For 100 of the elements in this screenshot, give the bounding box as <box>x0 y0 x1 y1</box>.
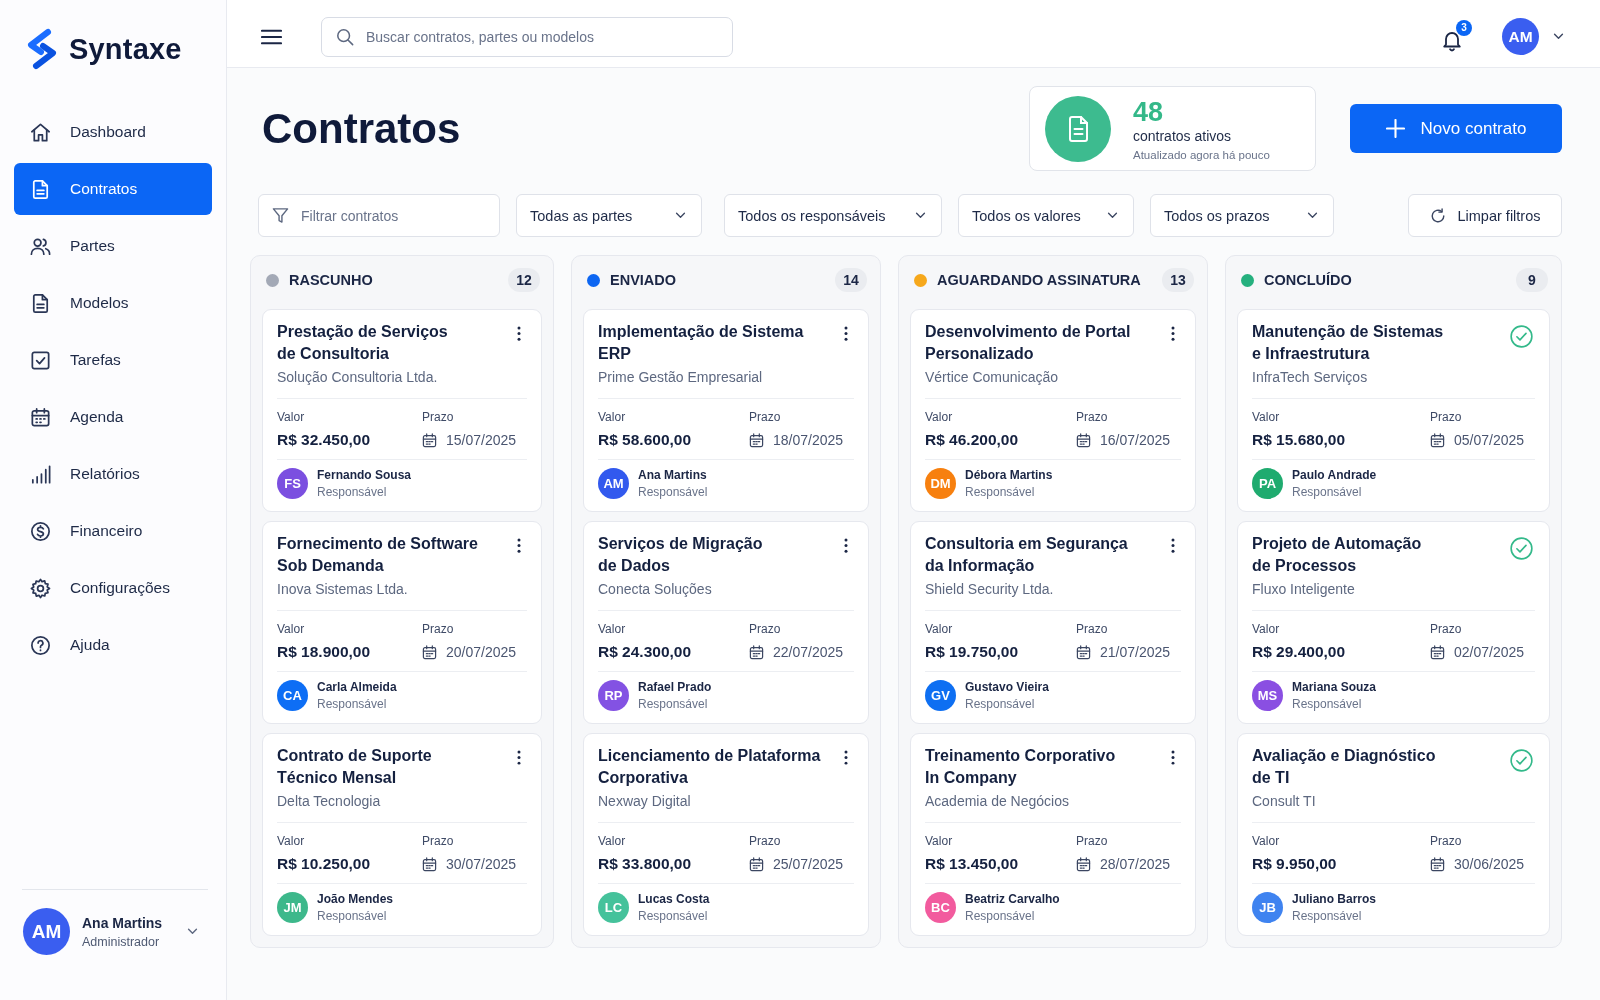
nav-item[interactable]: Dashboard <box>14 106 212 158</box>
page-title: Contratos <box>262 104 461 153</box>
more-icon[interactable] <box>517 326 521 341</box>
card-title: Implementação de Sistema ERP <box>598 322 804 364</box>
owner-avatar: JB <box>1252 892 1283 923</box>
due-label: Prazo <box>1430 621 1463 637</box>
deadlines-dropdown[interactable]: Todos os prazos <box>1150 194 1334 237</box>
contract-value: R$ 9.950,00 <box>1252 854 1337 874</box>
more-icon[interactable] <box>1171 750 1175 765</box>
parties-dropdown[interactable]: Todas as partes <box>516 194 702 237</box>
more-icon[interactable] <box>517 750 521 765</box>
nav-item[interactable]: Financeiro <box>14 505 212 557</box>
contract-card[interactable]: Fornecimento de Software Sob Demanda Inova Sistemas Ltda. Valor R$ 18.900,00 Prazo 20/07/2025 CA Carla Almeida Responsável <box>262 521 542 724</box>
value-label: Valor <box>277 833 306 849</box>
nav-item[interactable]: Partes <box>14 220 212 272</box>
due-date: 02/07/2025 <box>1454 644 1525 660</box>
filter-field[interactable]: Filtrar contratos <box>258 194 500 237</box>
nav-item[interactable]: Configurações <box>14 562 212 614</box>
owners-dropdown[interactable]: Todos os responsáveis <box>724 194 942 237</box>
contract-card[interactable]: Contrato de Suporte Técnico Mensal Delta Tecnologia Valor R$ 10.250,00 Prazo 30/07/2025 JM João Mendes Responsável <box>262 733 542 936</box>
more-icon[interactable] <box>1171 538 1175 553</box>
values-dropdown[interactable]: Todos os valores <box>958 194 1134 237</box>
owner-avatar: FS <box>277 468 308 499</box>
company-name: Delta Tecnologia <box>277 792 382 811</box>
owner-avatar: GV <box>925 680 956 711</box>
owner-name: Rafael Prado <box>638 680 712 694</box>
card-title: Serviços de Migração de Dados <box>598 534 763 576</box>
value-label: Valor <box>277 621 306 637</box>
due-date: 30/06/2025 <box>1454 856 1525 872</box>
chevron-down-icon[interactable] <box>187 928 198 935</box>
column-title: ENVIADO <box>610 272 678 288</box>
owner-name: João Mendes <box>317 892 394 906</box>
chevron-down-icon <box>915 212 926 219</box>
due-label: Prazo <box>749 833 782 849</box>
notifications-button[interactable]: 3 <box>1438 19 1472 54</box>
owner-name: Juliano Barros <box>1292 892 1377 906</box>
more-icon[interactable] <box>844 538 848 553</box>
owner-avatar: DM <box>925 468 956 499</box>
calendar-icon <box>422 432 437 448</box>
more-icon[interactable] <box>1171 326 1175 341</box>
value-label: Valor <box>925 833 954 849</box>
contract-card[interactable]: Consultoria em Segurança da Informação Shield Security Ltda. Valor R$ 19.750,00 Prazo 21/07/2025 GV Gustavo Vieira Responsável <box>910 521 1196 724</box>
contract-value: R$ 29.400,00 <box>1252 642 1346 662</box>
calendar-icon <box>1430 644 1445 660</box>
contract-card[interactable]: Treinamento Corporativo In Company Academia de Negócios Valor R$ 13.450,00 Prazo 28/07/2025 BC Beatriz Carvalho Responsável <box>910 733 1196 936</box>
company-name: Fluxo Inteligente <box>1252 580 1356 599</box>
checkbox-icon <box>29 348 52 372</box>
new-contract-button[interactable]: Novo contrato <box>1350 104 1562 153</box>
due-date: 05/07/2025 <box>1454 432 1525 448</box>
more-icon[interactable] <box>844 326 848 341</box>
contract-card[interactable]: Manutenção de Sistemas e Infraestrutura InfraTech Serviços Valor R$ 15.680,00 Prazo 05/07/2025 PA Paulo Andrade Responsável <box>1237 309 1550 512</box>
stat-label: contratos ativos <box>1133 127 1233 144</box>
due-label: Prazo <box>422 621 455 637</box>
clear-filters-button[interactable]: Limpar filtros <box>1408 194 1562 237</box>
nav-item[interactable]: Contratos <box>14 163 212 215</box>
nav-item[interactable]: Agenda <box>14 391 212 443</box>
contract-card[interactable]: Prestação de Serviços de Consultoria Solução Consultoria Ltda. Valor R$ 32.450,00 Prazo 15/07/2025 FS Fernando Sousa Responsável <box>262 309 542 512</box>
home-icon <box>29 120 52 144</box>
user-avatar[interactable]: AM <box>1502 18 1539 55</box>
contract-card[interactable]: Licenciamento de Plataforma Corporativa Nexway Digital Valor R$ 33.800,00 Prazo 25/07/2025 LC Lucas Costa Responsável <box>583 733 869 936</box>
nav-item[interactable]: Ajuda <box>14 619 212 671</box>
contract-value: R$ 18.900,00 <box>277 642 371 662</box>
card-title: Manutenção de Sistemas e Infraestrutura <box>1252 322 1444 364</box>
more-icon[interactable] <box>844 750 848 765</box>
column-count: 14 <box>835 268 867 292</box>
refresh-icon <box>1429 207 1446 224</box>
more-icon[interactable] <box>517 538 521 553</box>
nav-item[interactable]: Modelos <box>14 277 212 329</box>
calendar-icon <box>1076 644 1091 660</box>
chevron-down-icon[interactable] <box>1553 33 1564 40</box>
user-avatar[interactable]: AM <box>23 908 70 955</box>
due-date: 25/07/2025 <box>773 856 844 872</box>
calendar-icon <box>1430 856 1445 872</box>
owner-name: Gustavo Vieira <box>965 680 1049 694</box>
nav-item[interactable]: Tarefas <box>14 334 212 386</box>
owner-name: Ana Martins <box>638 468 708 482</box>
notification-count: 3 <box>1456 19 1472 36</box>
user-name: Ana Martins <box>82 914 164 931</box>
value-label: Valor <box>598 621 627 637</box>
card-title: Treinamento Corporativo In Company <box>925 746 1116 788</box>
contract-card[interactable]: Implementação de Sistema ERP Prime Gestão Empresarial Valor R$ 58.600,00 Prazo 18/07/2025 AM Ana Martins Responsável <box>583 309 869 512</box>
contract-card[interactable]: Avaliação e Diagnóstico de TI Consult TI Valor R$ 9.950,00 Prazo 30/06/2025 JB Juliano Barros Responsável <box>1237 733 1550 936</box>
company-name: InfraTech Serviços <box>1252 368 1369 387</box>
card-title: Licenciamento de Plataforma Corporativa <box>598 746 821 788</box>
help-icon <box>29 633 52 657</box>
calendar-icon <box>422 856 437 872</box>
contract-card[interactable]: Serviços de Migração de Dados Conecta Soluções Valor R$ 24.300,00 Prazo 22/07/2025 RP Rafael Prado Responsável <box>583 521 869 724</box>
contract-card[interactable]: Projeto de Automação de Processos Fluxo Inteligente Valor R$ 29.400,00 Prazo 02/07/2025 MS Mariana Souza Responsável <box>1237 521 1550 724</box>
owner-avatar: BC <box>925 892 956 923</box>
contract-card[interactable]: Desenvolvimento de Portal Personalizado Vértice Comunicação Valor R$ 46.200,00 Prazo 16/07/2025 DM Débora Martins Responsável <box>910 309 1196 512</box>
owner-role: Responsável <box>965 485 1036 499</box>
contract-value: R$ 10.250,00 <box>277 854 371 874</box>
menu-icon[interactable] <box>261 28 282 45</box>
company-name: Inova Sistemas Ltda. <box>277 580 409 599</box>
card-title: Fornecimento de Software Sob Demanda <box>277 534 478 576</box>
search-field[interactable]: Buscar contratos, partes ou modelos <box>321 16 733 57</box>
calendar-icon <box>749 432 764 448</box>
card-title: Prestação de Serviços de Consultoria <box>277 322 448 364</box>
contract-value: R$ 15.680,00 <box>1252 430 1346 450</box>
nav-item[interactable]: Relatórios <box>14 448 212 500</box>
